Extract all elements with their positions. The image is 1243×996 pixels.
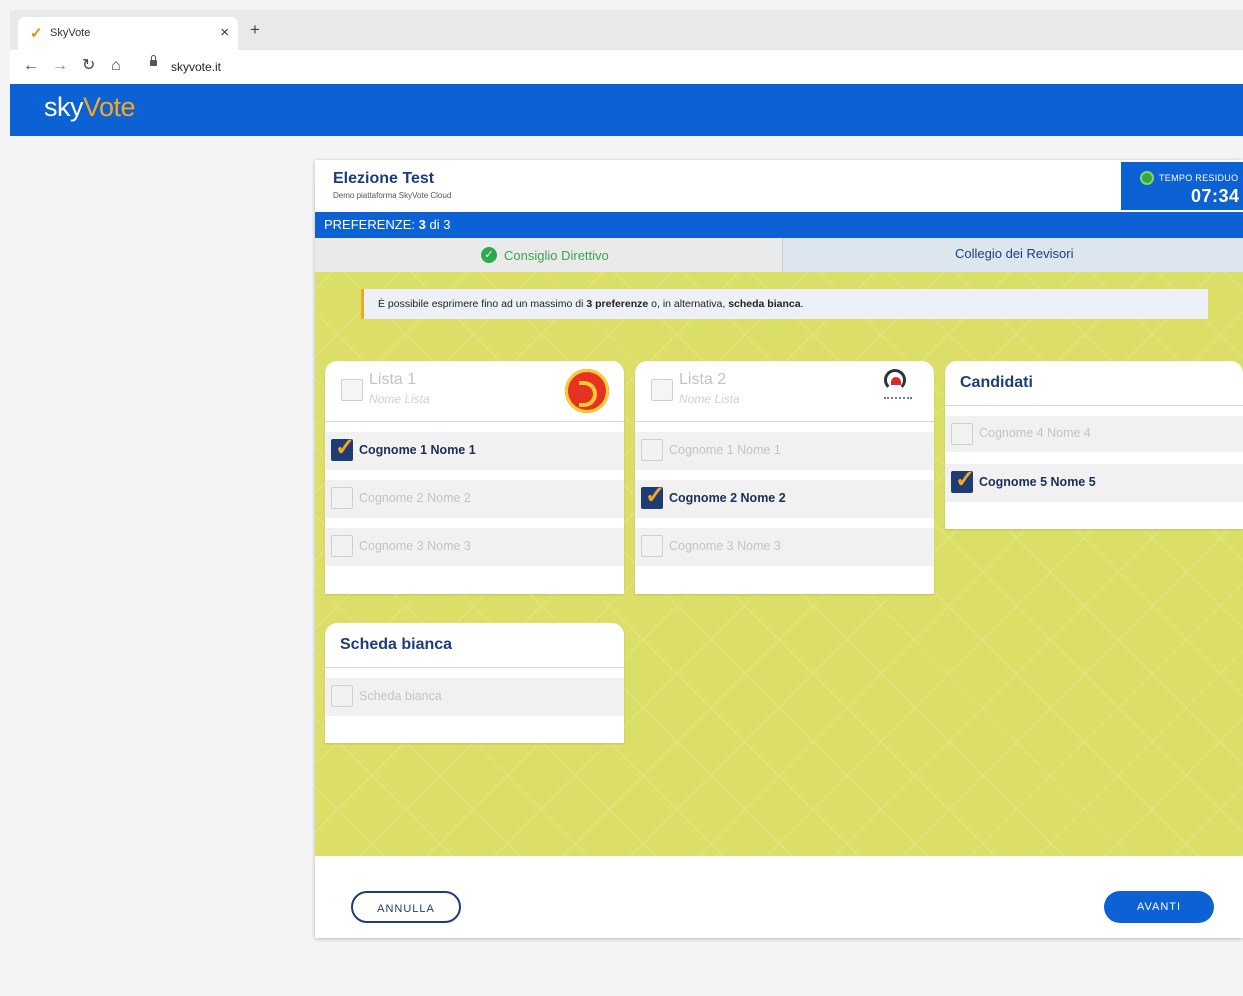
info-strong: scheda bianca: [728, 298, 801, 310]
blank-ballot-title: Scheda bianca: [340, 636, 453, 653]
preferences-sep: di: [429, 217, 440, 232]
candidate-checkbox[interactable]: [331, 535, 353, 557]
forward-icon[interactable]: →: [52, 56, 68, 76]
tab-consiglio-direttivo[interactable]: ✓ Consiglio Direttivo: [315, 238, 783, 272]
url-field[interactable]: skyvote.it: [171, 60, 221, 74]
timer-label: TEMPO RESIDUO: [1159, 173, 1239, 183]
blank-ballot-header: Scheda bianca: [325, 623, 624, 668]
blank-ballot-label: Scheda bianca: [359, 689, 442, 703]
candidate-row[interactable]: Cognome 1 Nome 1: [635, 432, 934, 470]
candidate-checkbox[interactable]: [331, 433, 355, 462]
info-message: È possibile esprimere fino ad un massimo…: [361, 289, 1208, 319]
candidate-checkbox[interactable]: [951, 465, 975, 494]
status-dot-icon: [1140, 171, 1154, 185]
blank-ballot-checkbox[interactable]: [331, 685, 353, 707]
candidate-row[interactable]: Cognome 4 Nome 4: [945, 416, 1243, 452]
preferences-max: 3: [443, 217, 451, 232]
list-title: Lista 2: [679, 371, 727, 388]
tab-label: Collegio dei Revisori: [955, 246, 1074, 261]
remaining-time-box: TEMPO RESIDUO 07:34: [1121, 162, 1243, 210]
candidati-panel: Candidati Cognome 4 Nome 4 Cognome 5 Nom…: [945, 361, 1243, 529]
new-tab-icon[interactable]: +: [250, 21, 260, 38]
info-text-mid: o, in alternativa,: [648, 298, 729, 310]
list-panel-1: Lista 1 Nome Lista Cognome 1 Nome 1 Cogn…: [325, 361, 624, 594]
list-subtitle: Nome Lista: [369, 392, 430, 406]
candidate-name: Cognome 2 Nome 2: [669, 491, 786, 505]
candidati-title: Candidati: [960, 374, 1033, 391]
candidate-row[interactable]: Cognome 2 Nome 2: [635, 480, 934, 518]
candidati-header: Candidati: [945, 361, 1243, 406]
skyvote-logo: skyVote: [44, 92, 136, 123]
info-count: 3 preferenze: [586, 298, 649, 310]
logo-text-vote: Vote: [83, 92, 136, 122]
ballot-area: È possibile esprimere fino ad un massimo…: [315, 272, 1243, 856]
next-button[interactable]: AVANTI: [1104, 891, 1214, 923]
candidate-name: Cognome 3 Nome 3: [359, 539, 471, 553]
candidate-row[interactable]: Cognome 3 Nome 3: [635, 528, 934, 566]
reload-icon[interactable]: ↻: [82, 56, 95, 76]
cancel-button[interactable]: ANNULLA: [351, 891, 461, 923]
info-text-end: .: [800, 298, 804, 310]
list-checkbox[interactable]: [651, 379, 673, 401]
election-subtitle: Demo piattaforma SkyVote Cloud: [333, 191, 452, 200]
candidate-row[interactable]: Cognome 5 Nome 5: [945, 464, 1243, 502]
list-panel-2: Lista 2 Nome Lista Cognome 1 Nome 1 Cogn…: [635, 361, 934, 594]
candidate-checkbox[interactable]: [951, 423, 973, 445]
list-checkbox[interactable]: [341, 379, 363, 401]
home-icon[interactable]: ⌂: [111, 56, 121, 76]
browser-tab-bar: ✓ SkyVote × +: [10, 10, 1243, 50]
candidate-checkbox[interactable]: [641, 481, 665, 510]
lock-icon: [150, 55, 157, 66]
candidate-name: Cognome 2 Nome 2: [359, 491, 471, 505]
info-text: È possibile esprimere fino ad un massimo…: [378, 298, 587, 310]
candidate-row[interactable]: Cognome 1 Nome 1: [325, 432, 624, 470]
election-title: Elezione Test: [333, 170, 435, 187]
preferences-label: PREFERENZE:: [324, 217, 416, 232]
list-logo-icon: [884, 369, 912, 399]
candidate-name: Cognome 1 Nome 1: [359, 443, 476, 457]
candidate-name: Cognome 3 Nome 3: [669, 539, 781, 553]
app-header: skyVote: [10, 84, 1243, 136]
list-header: Lista 1 Nome Lista: [325, 361, 624, 422]
candidate-checkbox[interactable]: [641, 535, 663, 557]
ballot-card: Elezione Test Demo piattaforma SkyVote C…: [315, 160, 1243, 938]
back-icon[interactable]: ←: [23, 56, 39, 76]
candidate-row[interactable]: Cognome 2 Nome 2: [325, 480, 624, 518]
check-circle-icon: ✓: [481, 247, 497, 263]
list-header: Lista 2 Nome Lista: [635, 361, 934, 422]
browser-window: ✓ SkyVote × + ← → ↻ ⌂ skyvote.it skyVote…: [10, 10, 1243, 996]
close-tab-icon[interactable]: ×: [220, 24, 229, 41]
candidate-name: Cognome 5 Nome 5: [979, 475, 1096, 489]
ballot-tabs: ✓ Consiglio Direttivo Collegio dei Revis…: [315, 238, 1243, 272]
blank-ballot-panel: Scheda bianca Scheda bianca: [325, 623, 624, 743]
preferences-count: 3: [418, 217, 426, 232]
address-bar: ← → ↻ ⌂ skyvote.it: [10, 50, 1243, 84]
candidate-checkbox[interactable]: [331, 487, 353, 509]
tab-title: SkyVote: [50, 27, 91, 39]
list-title: Lista 1: [369, 371, 417, 388]
timer-value: 07:34: [1191, 186, 1240, 206]
list-logo-icon: [565, 369, 609, 413]
tab-collegio-revisori[interactable]: Collegio dei Revisori: [783, 238, 1243, 272]
skyvote-favicon-icon: ✓: [30, 25, 43, 42]
candidate-checkbox[interactable]: [641, 439, 663, 461]
browser-tab[interactable]: ✓ SkyVote ×: [18, 17, 238, 50]
list-subtitle: Nome Lista: [679, 392, 740, 406]
preferences-bar: PREFERENZE: 3 di 3: [315, 212, 1243, 238]
candidate-name: Cognome 1 Nome 1: [669, 443, 781, 457]
blank-ballot-row[interactable]: Scheda bianca: [325, 678, 624, 716]
tab-label: Consiglio Direttivo: [504, 248, 609, 263]
candidate-row[interactable]: Cognome 3 Nome 3: [325, 528, 624, 566]
candidate-name: Cognome 4 Nome 4: [979, 426, 1091, 440]
logo-text-sky: sky: [44, 92, 84, 122]
